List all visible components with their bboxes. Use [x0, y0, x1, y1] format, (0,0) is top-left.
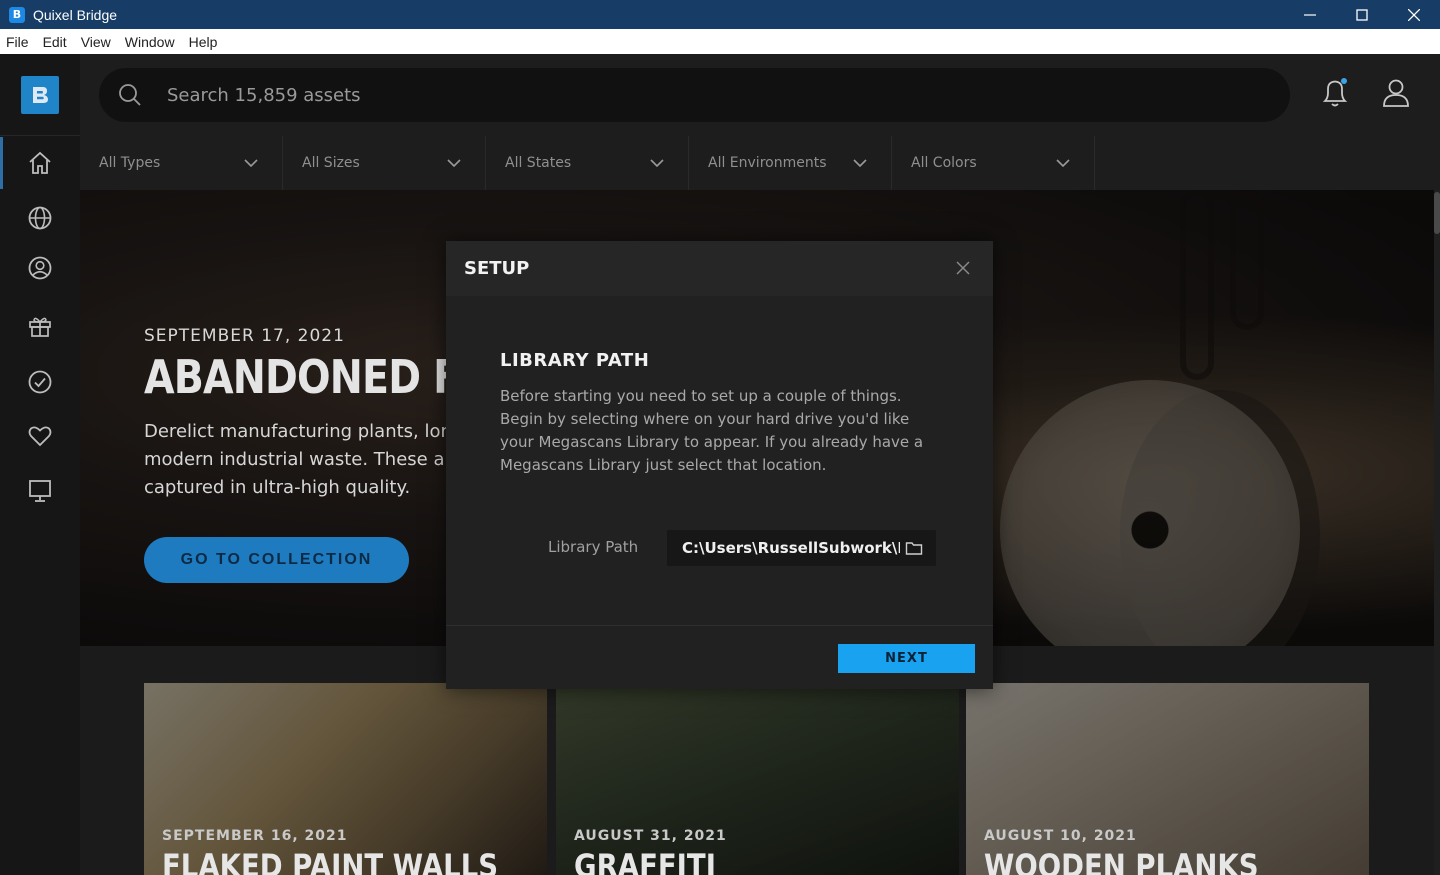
filter-bar: All Types All Sizes All States All Envir…: [80, 136, 1440, 190]
go-to-collection-button[interactable]: GO TO COLLECTION: [144, 537, 409, 583]
close-window-button[interactable]: [1388, 0, 1440, 29]
card-date: AUGUST 10, 2021: [984, 828, 1137, 844]
title-bar: B Quixel Bridge: [0, 0, 1440, 29]
monitor-icon: [29, 480, 51, 502]
nav-local-library[interactable]: [26, 477, 54, 505]
chevron-down-icon: [650, 159, 664, 167]
dialog-divider: [446, 625, 993, 626]
notification-dot: [1341, 78, 1347, 84]
menu-help[interactable]: Help: [189, 34, 218, 50]
top-bar: [80, 54, 1440, 136]
left-navigation-rail: [0, 54, 80, 875]
bridge-logo-icon: [33, 87, 48, 103]
notifications-button[interactable]: [1319, 76, 1351, 110]
card-title: WOODEN PLANKS: [984, 847, 1259, 875]
filter-label: All Colors: [911, 155, 977, 171]
window-controls: [1284, 0, 1440, 29]
filter-label: All Environments: [708, 155, 827, 171]
rail-separator: [0, 135, 80, 136]
chevron-down-icon: [853, 159, 867, 167]
library-path-field[interactable]: [667, 530, 936, 566]
collection-card[interactable]: SEPTEMBER 16, 2021 FLAKED PAINT WALLS: [144, 683, 547, 875]
filter-colors-dropdown[interactable]: All Colors: [892, 136, 1095, 190]
user-circle-icon: [28, 256, 52, 280]
maximize-button[interactable]: [1336, 0, 1388, 29]
filter-states-dropdown[interactable]: All States: [486, 136, 689, 190]
minimize-icon: [1304, 13, 1316, 16]
card-title: GRAFFITI: [574, 847, 716, 875]
library-path-heading: LIBRARY PATH: [500, 350, 650, 371]
nav-favorites[interactable]: [26, 422, 54, 450]
user-icon: [1383, 79, 1409, 107]
browse-folder-button[interactable]: [904, 538, 924, 558]
globe-icon: [28, 206, 52, 230]
next-button[interactable]: NEXT: [838, 644, 975, 673]
home-icon: [29, 151, 51, 174]
gift-icon: [29, 317, 51, 337]
filter-label: All States: [505, 155, 572, 171]
close-icon: [1408, 8, 1420, 21]
collection-card[interactable]: AUGUST 10, 2021 WOODEN PLANKS: [966, 683, 1369, 875]
collection-card[interactable]: AUGUST 31, 2021 GRAFFITI: [556, 683, 959, 875]
account-button[interactable]: [1380, 76, 1412, 110]
chevron-down-icon: [244, 159, 258, 167]
search-icon: [117, 82, 143, 108]
check-circle-icon: [28, 370, 52, 394]
menu-view[interactable]: View: [81, 34, 111, 50]
card-date: SEPTEMBER 16, 2021: [162, 828, 348, 844]
filter-environments-dropdown[interactable]: All Environments: [689, 136, 892, 190]
active-nav-indicator: [0, 137, 3, 189]
menu-bar: File Edit View Window Help: [0, 29, 1440, 54]
search-bar[interactable]: [99, 68, 1290, 122]
menu-edit[interactable]: Edit: [43, 34, 67, 50]
library-path-input[interactable]: [682, 539, 900, 557]
card-title: FLAKED PAINT WALLS: [162, 847, 499, 875]
nav-explore[interactable]: [26, 204, 54, 232]
setup-dialog: SETUP LIBRARY PATH Before starting you n…: [446, 241, 993, 689]
menu-window[interactable]: Window: [125, 34, 175, 50]
folder-icon: [905, 542, 923, 555]
nav-free-assets[interactable]: [26, 312, 54, 340]
filter-label: All Types: [99, 155, 161, 171]
maximize-icon: [1356, 8, 1368, 21]
card-date: AUGUST 31, 2021: [574, 828, 727, 844]
nav-home[interactable]: [26, 149, 54, 177]
scrollbar-thumb[interactable]: [1434, 192, 1440, 234]
nav-purchased[interactable]: [26, 368, 54, 396]
menu-file[interactable]: File: [6, 34, 29, 50]
search-input[interactable]: [167, 84, 1167, 106]
dialog-body-text: Before starting you need to set up a cou…: [500, 387, 924, 474]
hero-title: ABANDONED FA: [144, 350, 485, 404]
heart-icon: [28, 426, 52, 447]
app-logo-icon: B: [9, 6, 25, 23]
scrollbar-track[interactable]: [1434, 190, 1440, 875]
dialog-header: SETUP: [446, 241, 993, 296]
filter-sizes-dropdown[interactable]: All Sizes: [283, 136, 486, 190]
chevron-down-icon: [447, 159, 461, 167]
filter-types-dropdown[interactable]: All Types: [80, 136, 283, 190]
library-path-label: Library Path: [548, 538, 639, 556]
filter-label: All Sizes: [302, 155, 360, 171]
bridge-logo-button[interactable]: [21, 76, 59, 114]
window-title: Quixel Bridge: [33, 6, 118, 23]
dialog-title: SETUP: [464, 258, 530, 279]
hero-date: SEPTEMBER 17, 2021: [144, 326, 345, 346]
chevron-down-icon: [1056, 159, 1070, 167]
minimize-button[interactable]: [1284, 0, 1336, 29]
nav-profile[interactable]: [26, 254, 54, 282]
dialog-close-button[interactable]: [953, 258, 973, 278]
close-icon: [956, 261, 970, 275]
